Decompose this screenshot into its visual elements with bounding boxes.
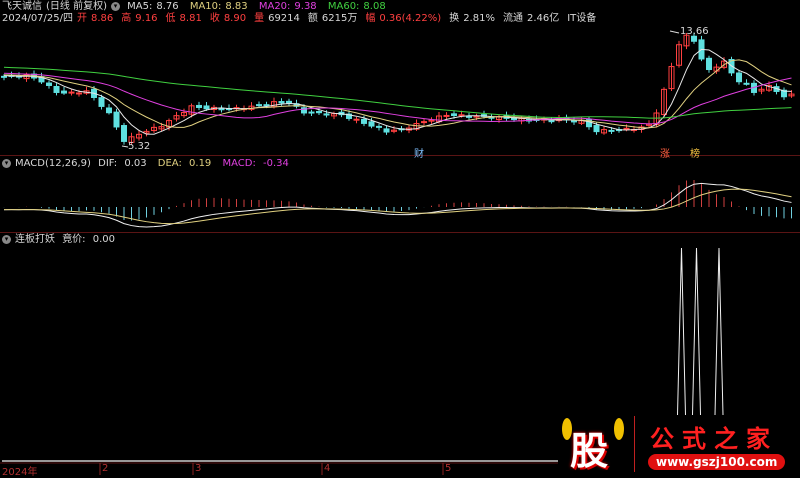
candle-body (383, 128, 390, 133)
candle-body (196, 104, 202, 108)
candle-body (286, 100, 292, 104)
dea-line (3, 188, 792, 225)
candle-body (263, 104, 270, 107)
candle-body (113, 111, 120, 128)
max-price-mark: 13.66 (680, 26, 709, 37)
max-price-arrow (669, 30, 680, 34)
candle-body (218, 108, 225, 111)
candle-body (316, 111, 322, 114)
time-axis-label: 5 (445, 463, 452, 474)
candle-body (256, 104, 262, 107)
candle-body (1, 75, 7, 78)
candle-body (466, 115, 472, 118)
candle-body (548, 120, 555, 123)
ma5-line (3, 48, 792, 135)
candle-body (458, 114, 465, 117)
signal-spike (677, 247, 686, 416)
time-axis-label: 2 (102, 463, 109, 474)
candle-body (736, 72, 742, 83)
candle-body (203, 105, 210, 110)
chevron-down-icon[interactable]: ▾ (2, 158, 11, 168)
macd-title[interactable]: MACD(12,26,9) (15, 158, 91, 169)
event-mark-finance[interactable]: 财 (414, 145, 424, 160)
event-mark-ranking[interactable]: 榜 (690, 145, 700, 160)
macd-header: ▾ MACD(12,26,9) DIF: 0.03 DEA: 0.19 MACD:… (2, 158, 297, 170)
candle-body (376, 125, 382, 128)
indicator-header: ▾ 连板打妖 竟价: 0.00 (2, 234, 123, 246)
horn-icon (614, 418, 624, 440)
candle-body (608, 129, 615, 132)
time-axis-label: 3 (195, 463, 202, 474)
dif-value: 0.03 (124, 158, 147, 169)
time-scrollbar (2, 460, 558, 462)
candle-body (743, 82, 750, 85)
dea-value: 0.19 (189, 158, 212, 169)
signal-spike (714, 247, 724, 416)
candle-body (121, 125, 127, 142)
candle-body (706, 57, 712, 71)
chevron-down-icon[interactable]: ▾ (2, 234, 11, 244)
ma10-line (3, 59, 792, 129)
panel-divider (0, 155, 800, 156)
indicator-value: 0.00 (92, 234, 116, 245)
candle-body (323, 113, 330, 116)
min-price-mark: 5.32 (128, 141, 151, 152)
ma20-line (3, 72, 792, 125)
logo-title: 公式之家 (650, 425, 778, 453)
candle-body (353, 118, 360, 121)
signal-spike (692, 247, 701, 416)
candle-body (98, 97, 105, 107)
candle-body (106, 107, 112, 114)
candle-body (46, 82, 52, 86)
candle-body (76, 92, 82, 95)
candle-body (593, 125, 600, 133)
time-axis-label: 4 (324, 463, 331, 474)
candle-body (278, 101, 285, 104)
candle-body (443, 114, 450, 117)
macd-value: -0.34 (263, 158, 289, 169)
divider (634, 416, 635, 472)
candle-body (361, 118, 367, 124)
candle-body (428, 119, 435, 122)
logo-url: www.gszj100.com (648, 454, 786, 470)
indicator-title[interactable]: 连板打妖 (15, 234, 55, 245)
ma60-line (3, 66, 792, 119)
candle-body (61, 90, 67, 94)
candle-body (421, 121, 427, 124)
event-mark-limit-up[interactable]: 涨 (660, 145, 670, 160)
panel-divider (0, 232, 800, 233)
candle-body (368, 121, 375, 127)
candle-body (451, 113, 457, 117)
candle-body (68, 91, 75, 94)
logo-char: 股 (570, 428, 609, 473)
candle-body (53, 85, 60, 93)
candle-body (571, 120, 577, 123)
candle-body (308, 111, 315, 114)
dif-line (3, 182, 792, 228)
candle-body (691, 35, 697, 42)
time-axis-label: 2024年 (2, 467, 38, 478)
watermark-logo: 股 公式之家 www.gszj100.com (556, 414, 800, 475)
candle-body (623, 127, 630, 130)
